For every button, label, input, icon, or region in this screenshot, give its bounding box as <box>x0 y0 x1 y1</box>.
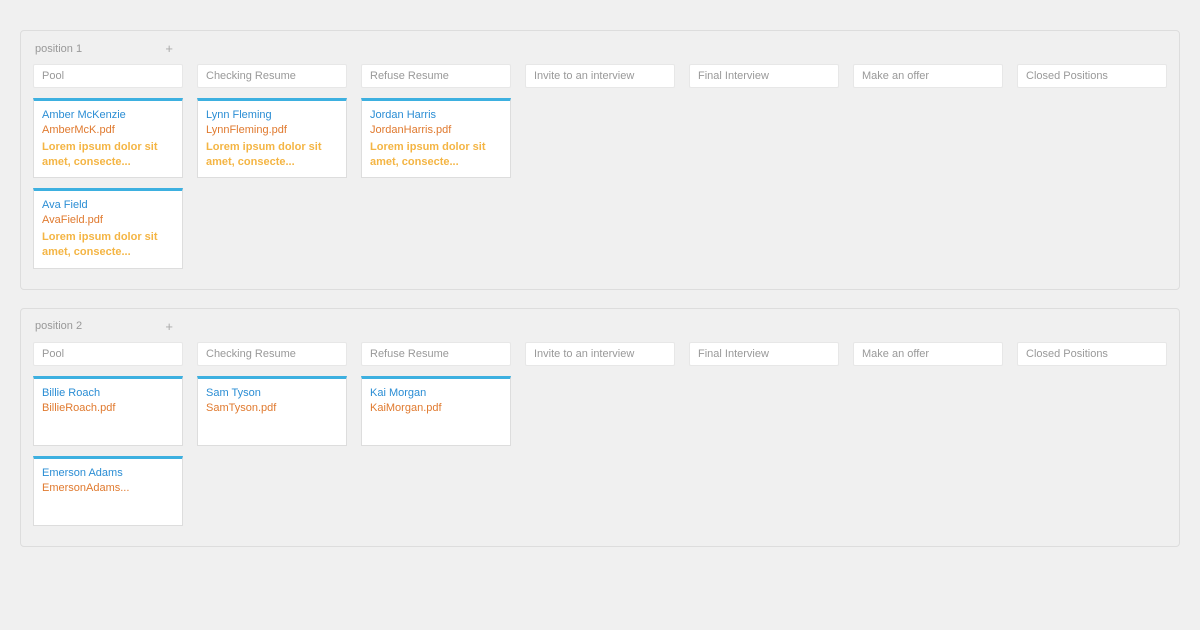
kanban-column: Checking Resume Sam TysonSamTyson.pdf <box>197 342 347 526</box>
kanban-column: Final Interview <box>689 64 839 269</box>
candidate-desc: Lorem ipsum dolor sit amet, consecte... <box>206 140 338 170</box>
column-header[interactable]: Refuse Resume <box>361 342 511 366</box>
candidate-card[interactable]: Sam TysonSamTyson.pdf <box>197 376 347 446</box>
candidate-card[interactable]: Amber McKenzieAmberMcK.pdf Lorem ipsum do… <box>33 98 183 178</box>
position-title: position 2 <box>35 320 82 332</box>
candidate-name: Sam Tyson <box>206 386 338 401</box>
candidate-name: Ava Field <box>42 198 174 213</box>
column-header[interactable]: Refuse Resume <box>361 64 511 88</box>
column-header[interactable]: Final Interview <box>689 64 839 88</box>
candidate-card[interactable]: Kai MorganKaiMorgan.pdf <box>361 376 511 446</box>
candidate-file: SamTyson.pdf <box>206 401 338 416</box>
candidate-card[interactable]: Jordan HarrisJordanHarris.pdf Lorem ipsum… <box>361 98 511 178</box>
position-title: position 1 <box>35 43 82 55</box>
kanban-column: Make an offer <box>853 342 1003 526</box>
kanban-column: Closed Positions <box>1017 342 1167 526</box>
candidate-desc: Lorem ipsum dolor sit amet, consecte... <box>370 140 502 170</box>
plus-icon[interactable]: + <box>165 41 173 56</box>
candidate-card[interactable]: Billie RoachBillieRoach.pdf <box>33 376 183 446</box>
candidate-name: Lynn Fleming <box>206 108 338 123</box>
kanban-column: Make an offer <box>853 64 1003 269</box>
kanban-column: Pool Amber McKenzieAmberMcK.pdf Lorem ipsu… <box>33 64 183 269</box>
kanban-column: Invite to an interview <box>525 64 675 269</box>
candidate-card[interactable]: Emerson AdamsEmersonAdams... <box>33 456 183 526</box>
candidate-card[interactable]: Lynn FlemingLynnFleming.pdf Lorem ipsum d… <box>197 98 347 178</box>
kanban-column: Refuse Resume Kai MorganKaiMorgan.pdf <box>361 342 511 526</box>
position-board: position 2 + Pool Billie RoachBillieRoach.p… <box>20 308 1180 547</box>
kanban-column: Final Interview <box>689 342 839 526</box>
column-header[interactable]: Closed Positions <box>1017 342 1167 366</box>
column-header[interactable]: Pool <box>33 342 183 366</box>
column-header[interactable]: Pool <box>33 64 183 88</box>
kanban-column: Closed Positions <box>1017 64 1167 269</box>
column-header[interactable]: Invite to an interview <box>525 342 675 366</box>
candidate-file: AmberMcK.pdf <box>42 123 174 138</box>
candidate-name: Jordan Harris <box>370 108 502 123</box>
column-header[interactable]: Closed Positions <box>1017 64 1167 88</box>
position-board: position 1 + Pool Amber McKenzieAmberMcK.pd… <box>20 30 1180 290</box>
kanban-column: Pool Billie RoachBillieRoach.pdf Emerson A… <box>33 342 183 526</box>
column-header[interactable]: Make an offer <box>853 342 1003 366</box>
candidate-file: AvaField.pdf <box>42 213 174 228</box>
candidate-name: Amber McKenzie <box>42 108 174 123</box>
candidate-name: Kai Morgan <box>370 386 502 401</box>
column-header[interactable]: Checking Resume <box>197 64 347 88</box>
kanban-column: Checking Resume Lynn FlemingLynnFleming.p… <box>197 64 347 269</box>
candidate-file: JordanHarris.pdf <box>370 123 502 138</box>
candidate-file: KaiMorgan.pdf <box>370 401 502 416</box>
kanban-column: Invite to an interview <box>525 342 675 526</box>
candidate-desc: Lorem ipsum dolor sit amet, consecte... <box>42 140 174 170</box>
column-header[interactable]: Final Interview <box>689 342 839 366</box>
candidate-card[interactable]: Ava FieldAvaField.pdf Lorem ipsum dolor s… <box>33 188 183 268</box>
plus-icon[interactable]: + <box>165 319 173 334</box>
column-header[interactable]: Invite to an interview <box>525 64 675 88</box>
candidate-name: Billie Roach <box>42 386 174 401</box>
column-header[interactable]: Make an offer <box>853 64 1003 88</box>
candidate-file: LynnFleming.pdf <box>206 123 338 138</box>
columns-row: Pool Amber McKenzieAmberMcK.pdf Lorem ipsu… <box>33 64 1167 269</box>
kanban-column: Refuse Resume Jordan HarrisJordanHarris.p… <box>361 64 511 269</box>
candidate-file: EmersonAdams... <box>42 481 174 496</box>
column-header[interactable]: Checking Resume <box>197 342 347 366</box>
position-header: position 2 + <box>33 319 173 334</box>
candidate-file: BillieRoach.pdf <box>42 401 174 416</box>
candidate-name: Emerson Adams <box>42 466 174 481</box>
position-header: position 1 + <box>33 41 173 56</box>
columns-row: Pool Billie RoachBillieRoach.pdf Emerson A… <box>33 342 1167 526</box>
candidate-desc: Lorem ipsum dolor sit amet, consecte... <box>42 230 174 260</box>
